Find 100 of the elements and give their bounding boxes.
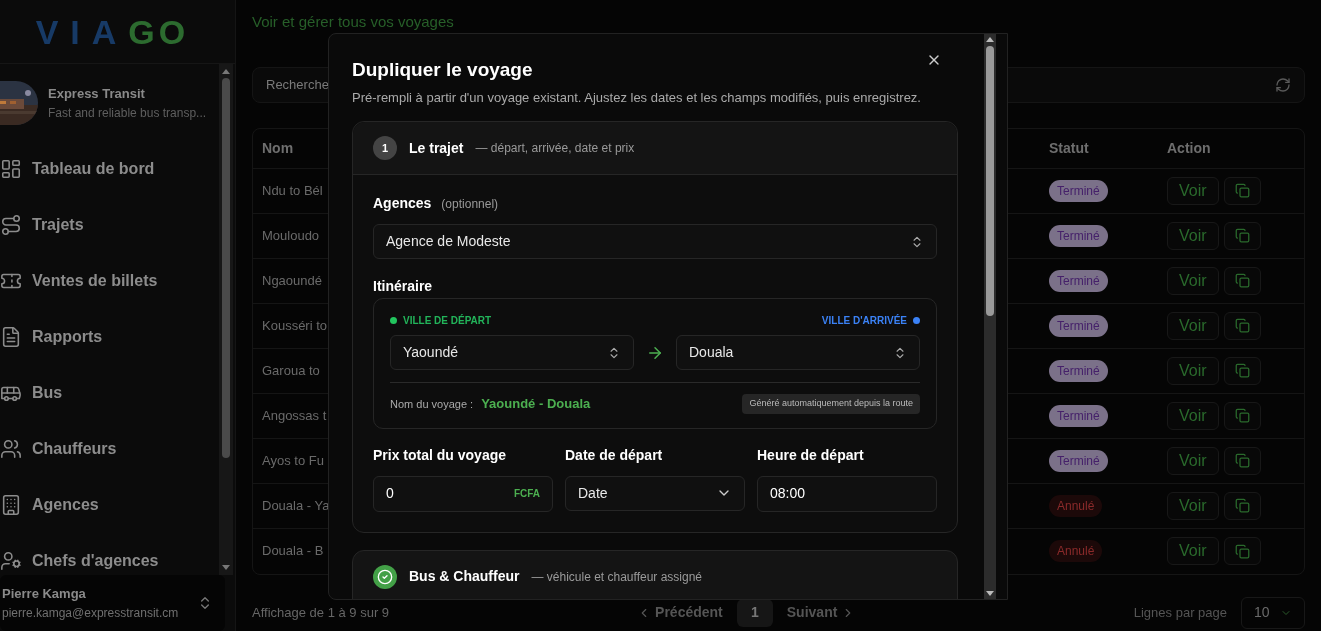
section-subtitle: — départ, arrivée, date et prix (475, 140, 635, 157)
check-icon (373, 564, 397, 589)
nav-item[interactable]: Rapports (0, 309, 219, 365)
date-picker[interactable]: Date (565, 475, 745, 511)
copy-icon (1234, 318, 1250, 333)
trip-name-value: Yaoundé - Douala (481, 395, 591, 413)
table-cell-text: Mouloudo (262, 226, 320, 245)
duplicate-button[interactable] (1223, 356, 1261, 385)
field-label: Itinéraire (373, 277, 433, 296)
price-field[interactable]: 0 FCFA (373, 475, 553, 512)
view-button[interactable]: Voir (1167, 446, 1219, 475)
status-badge: Annulé (1049, 494, 1103, 517)
column-header: Action (1167, 138, 1211, 158)
people-icon (0, 438, 22, 460)
auto-generated-tag: Généré automatiquement depuis la route (742, 394, 920, 414)
agency-select[interactable]: Agence de Modeste (373, 224, 937, 259)
column-header: Statut (1049, 138, 1089, 158)
time-field[interactable]: 08:00 (757, 475, 937, 512)
user-gear-icon (0, 550, 22, 572)
nav-item[interactable]: Bus (0, 365, 219, 421)
page-subtitle: Voir et gérer tous vos voyages (252, 12, 455, 32)
nav-item[interactable]: Chefs d'agences (0, 533, 219, 575)
status-badge: Annulé (1049, 540, 1103, 562)
field-label: Agences (373, 194, 432, 213)
grid-icon (0, 158, 22, 180)
status-badge: Terminé (1049, 224, 1108, 247)
company-tagline: Fast and reliable bus transp... (48, 104, 207, 122)
scroll-down-icon[interactable] (986, 591, 994, 596)
column-header: Nom (262, 138, 294, 158)
view-button[interactable]: Voir (1167, 266, 1219, 295)
view-button[interactable]: Voir (1167, 221, 1219, 250)
view-button[interactable]: Voir (1167, 537, 1219, 565)
step-number: 1 (373, 136, 397, 160)
page-number[interactable]: 1 (736, 598, 773, 627)
rows-per-page-select[interactable]: 10 (1241, 596, 1305, 629)
duplicate-button[interactable] (1223, 446, 1261, 475)
status-badge: Terminé (1049, 404, 1108, 427)
field-label: Heure de départ (757, 445, 865, 465)
status-badge: Terminé (1049, 359, 1108, 382)
arrival-label: VILLE D'ARRIVÉE (821, 313, 920, 328)
copy-icon (1234, 408, 1250, 423)
scroll-down-icon[interactable] (222, 565, 230, 570)
departure-label: VILLE DE DÉPART (390, 313, 492, 328)
view-button[interactable]: Voir (1167, 311, 1219, 340)
nav-item[interactable]: Tableau de bord (0, 141, 219, 197)
section-subtitle: — véhicule et chauffeur assigné (531, 568, 702, 586)
duplicate-button[interactable] (1223, 311, 1261, 340)
dialog-description: Pré-rempli à partir d'un voyage existant. Ajustez les dates et les champs modifiés, puis enregistrez. (352, 88, 921, 107)
copy-icon (1234, 273, 1250, 288)
table-cell-text: Ngaoundé (262, 271, 322, 290)
field-label: Date de départ (565, 445, 664, 465)
section-title: Le trajet (409, 138, 464, 158)
duplicate-button[interactable] (1223, 537, 1261, 565)
route-icon (0, 214, 22, 236)
table-cell-text: Ndu to Bél (262, 181, 323, 200)
rows-per-page-label: Lignes par page (1133, 603, 1227, 622)
field-label: Prix total du voyage (373, 445, 508, 465)
view-button[interactable]: Voir (1167, 356, 1219, 385)
nav-item[interactable]: Trajets (0, 197, 219, 253)
view-button[interactable]: Voir (1167, 176, 1219, 205)
logo: VIA GO (35, 14, 190, 49)
duplicate-button[interactable] (1223, 176, 1261, 205)
duplicate-button[interactable] (1223, 221, 1261, 250)
status-badge: Terminé (1049, 269, 1108, 292)
nav-item[interactable]: Agences (0, 477, 219, 533)
status-badge: Terminé (1049, 179, 1108, 202)
table-cell-text: Kousséri to (262, 316, 328, 335)
company-name: Express Transit (48, 85, 146, 104)
arrival-select[interactable]: Douala (676, 335, 920, 370)
user-menu[interactable]: Pierre Kamga pierre.kamga@expresstransit.cm (0, 575, 225, 631)
refresh-icon[interactable] (1275, 76, 1291, 93)
dialog-title: Dupliquer le voyage (352, 58, 533, 82)
copy-icon (1234, 543, 1250, 559)
status-badge: Terminé (1049, 314, 1108, 337)
trip-name-label: Nom du voyage : (390, 396, 474, 412)
view-button[interactable]: Voir (1167, 401, 1219, 430)
nav-item[interactable]: Chauffeurs (0, 421, 219, 477)
table-cell-text: Ayos to Fu (262, 451, 324, 470)
document-icon (0, 326, 22, 348)
duplicate-button[interactable] (1223, 401, 1261, 430)
status-badge: Terminé (1049, 449, 1108, 472)
scrollbar[interactable] (219, 64, 233, 575)
copy-icon (1234, 228, 1250, 243)
duplicate-button[interactable] (1223, 266, 1261, 295)
table-cell-text: Angossas t (262, 406, 327, 425)
building-icon (0, 494, 22, 516)
copy-icon (1234, 453, 1250, 468)
scrollbar[interactable] (984, 34, 996, 599)
copy-icon (1234, 183, 1250, 198)
scroll-up-icon[interactable] (222, 69, 230, 74)
copy-icon (1234, 498, 1250, 513)
nav-item[interactable]: Ventes de billets (0, 253, 219, 309)
duplicate-button[interactable] (1223, 491, 1261, 520)
view-button[interactable]: Voir (1167, 491, 1219, 520)
table-cell-text: Douala - B (262, 542, 324, 561)
scroll-up-icon[interactable] (986, 37, 994, 42)
departure-select[interactable]: Yaoundé (390, 335, 634, 370)
field-hint: (optionnel) (441, 196, 499, 213)
copy-icon (1234, 363, 1250, 378)
pagination-summary: Affichage de 1 à 9 sur 9 (252, 603, 390, 622)
